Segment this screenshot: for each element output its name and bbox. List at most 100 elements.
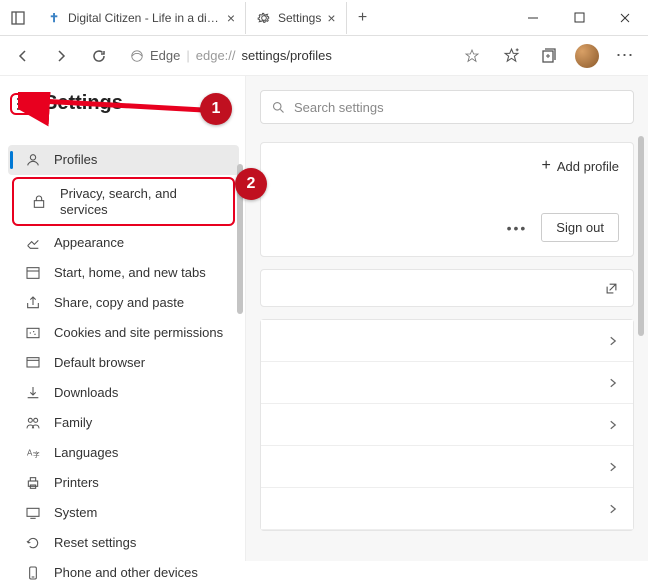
gear-icon — [256, 10, 272, 26]
address-bar[interactable]: Edge | edge://settings/profiles — [120, 41, 490, 71]
nav-label: Reset settings — [54, 535, 136, 551]
chevron-right-icon — [607, 377, 619, 389]
nav-phone[interactable]: Phone and other devices — [8, 558, 239, 588]
tab-digital-citizen[interactable]: ✝ Digital Citizen - Life in a digital w … — [36, 2, 246, 34]
list-item[interactable] — [261, 404, 633, 446]
chevron-right-icon — [607, 461, 619, 473]
share-icon — [24, 295, 42, 311]
printer-icon — [24, 475, 42, 491]
close-window-button[interactable] — [602, 0, 648, 36]
new-tab-button[interactable]: + — [347, 9, 379, 27]
svg-text:字: 字 — [33, 450, 40, 459]
settings-title: Settings — [44, 92, 123, 115]
search-settings-input[interactable]: Search settings — [260, 90, 634, 124]
nav-profiles[interactable]: Profiles — [8, 145, 239, 175]
nav-label: Family — [54, 415, 92, 431]
nav-label: Languages — [54, 445, 118, 461]
reset-icon — [24, 535, 42, 551]
sync-link[interactable] — [260, 269, 634, 307]
nav-downloads[interactable]: Downloads — [8, 378, 239, 408]
nav-system[interactable]: System — [8, 498, 239, 528]
tab-settings[interactable]: Settings × — [246, 2, 347, 34]
lock-icon — [30, 194, 48, 210]
search-icon — [271, 100, 286, 115]
close-icon[interactable]: × — [227, 10, 235, 26]
settings-nav: Profiles Privacy, search, and services A… — [8, 145, 245, 588]
nav-label: Start, home, and new tabs — [54, 265, 206, 281]
edge-icon — [130, 49, 144, 63]
address-path: settings/profiles — [242, 48, 332, 63]
sign-out-button[interactable]: Sign out — [541, 213, 619, 242]
nav-label: Printers — [54, 475, 99, 491]
tab-actions-icon[interactable] — [0, 0, 36, 36]
chevron-right-icon — [607, 503, 619, 515]
system-icon — [24, 505, 42, 521]
nav-privacy[interactable]: Privacy, search, and services — [12, 177, 235, 226]
nav-label: System — [54, 505, 97, 521]
svg-text:A: A — [27, 449, 33, 458]
main-scrollbar[interactable] — [638, 136, 644, 336]
add-profile-label: Add profile — [557, 159, 619, 174]
cross-icon: ✝ — [46, 10, 62, 26]
maximize-button[interactable] — [556, 0, 602, 36]
nav-appearance[interactable]: Appearance — [8, 228, 239, 258]
list-item[interactable] — [261, 446, 633, 488]
family-icon — [24, 415, 42, 431]
hamburger-menu[interactable] — [10, 93, 38, 115]
back-button[interactable] — [6, 39, 40, 73]
cookie-icon — [24, 325, 42, 341]
chevron-right-icon — [607, 419, 619, 431]
collections-button[interactable] — [532, 39, 566, 73]
nav-languages[interactable]: A字 Languages — [8, 438, 239, 468]
profile-icon — [24, 152, 42, 168]
chevron-right-icon — [607, 335, 619, 347]
nav-printers[interactable]: Printers — [8, 468, 239, 498]
list-item[interactable] — [261, 362, 633, 404]
nav-label: Cookies and site permissions — [54, 325, 223, 341]
nav-start[interactable]: Start, home, and new tabs — [8, 258, 239, 288]
address-host: edge:// — [196, 48, 236, 63]
minimize-button[interactable] — [510, 0, 556, 36]
favorites-button[interactable] — [494, 39, 528, 73]
main-content: Search settings + Add profile ••• Sign o… — [245, 76, 648, 561]
nav-label: Phone and other devices — [54, 565, 198, 581]
phone-icon — [24, 565, 42, 581]
appearance-icon — [24, 235, 42, 251]
nav-cookies[interactable]: Cookies and site permissions — [8, 318, 239, 348]
nav-label: Appearance — [54, 235, 124, 251]
refresh-button[interactable] — [82, 39, 116, 73]
list-item[interactable] — [261, 488, 633, 530]
nav-label: Downloads — [54, 385, 118, 401]
external-link-icon — [604, 281, 619, 296]
close-icon[interactable]: × — [327, 10, 335, 26]
profile-avatar[interactable] — [570, 39, 604, 73]
list-item[interactable] — [261, 320, 633, 362]
search-placeholder: Search settings — [294, 100, 384, 115]
profile-options-list — [260, 319, 634, 531]
window-icon — [24, 265, 42, 281]
nav-label: Default browser — [54, 355, 145, 371]
plus-icon: + — [542, 157, 551, 175]
nav-label: Privacy, search, and services — [60, 186, 223, 217]
nav-share[interactable]: Share, copy and paste — [8, 288, 239, 318]
nav-reset[interactable]: Reset settings — [8, 528, 239, 558]
settings-sidebar: Settings Profiles Privacy, search, and s… — [0, 76, 245, 561]
forward-button[interactable] — [44, 39, 78, 73]
add-profile-button[interactable]: + Add profile — [542, 157, 620, 175]
language-icon: A字 — [24, 445, 42, 461]
titlebar: ✝ Digital Citizen - Life in a digital w … — [0, 0, 648, 36]
nav-label: Profiles — [54, 152, 97, 168]
nav-family[interactable]: Family — [8, 408, 239, 438]
menu-button[interactable]: ⋯ — [608, 39, 642, 73]
browser-icon — [24, 355, 42, 371]
nav-default-browser[interactable]: Default browser — [8, 348, 239, 378]
annotation-step-1: 1 — [200, 93, 232, 125]
tab-label: Settings — [278, 11, 321, 25]
annotation-step-2: 2 — [235, 168, 267, 200]
address-prefix: Edge — [150, 48, 180, 63]
toolbar: Edge | edge://settings/profiles ⋯ — [0, 36, 648, 76]
more-icon[interactable]: ••• — [507, 220, 528, 236]
favorite-icon[interactable] — [464, 48, 480, 64]
tab-label: Digital Citizen - Life in a digital w — [68, 11, 221, 25]
download-icon — [24, 385, 42, 401]
